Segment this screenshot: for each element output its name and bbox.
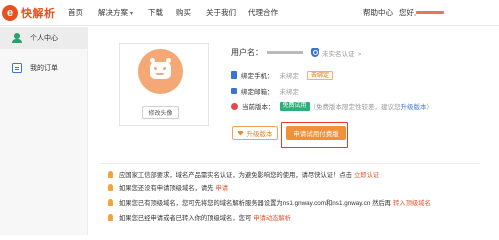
verify-status: 未实名认证	[322, 50, 355, 58]
version-note: （免费版本限定性较差，建议您	[309, 104, 401, 111]
shield-icon	[311, 48, 319, 57]
user-greeting[interactable]: 您好,	[399, 0, 416, 26]
email-value: 未绑定	[279, 89, 300, 96]
version-label: 当前版本：	[242, 104, 275, 111]
nav-help[interactable]: 帮助中心	[363, 0, 393, 26]
note-item: 应国家工信部要求，域名产品需实名认证，为避免影响您的使用，请尽快认证！点击 立即…	[108, 170, 379, 179]
nav-agent[interactable]: 代理合作	[248, 0, 278, 26]
version-icon	[231, 102, 238, 110]
bulb-icon	[108, 199, 113, 206]
divider	[100, 163, 480, 164]
note-link[interactable]: 转入顶级域名	[393, 198, 431, 207]
note-link[interactable]: 申请	[215, 183, 228, 192]
nav-home[interactable]: 首页	[68, 0, 83, 26]
nav-about[interactable]: 关于我们	[206, 0, 236, 26]
phone-icon	[231, 71, 237, 79]
bind-phone-button[interactable]: 去绑定	[307, 70, 334, 80]
logo-mark-icon: e	[2, 5, 18, 21]
note-link[interactable]: 立即认证	[354, 170, 379, 179]
top-navbar: e 快解析 首页 解决方案 ▾ 下载 购买 关于我们 代理合作 帮助中心 您好,	[0, 0, 499, 26]
version-upgrade-link[interactable]: 升级版本	[401, 101, 427, 111]
order-icon	[12, 63, 22, 73]
note-text: 如果您还没有申请顶级域名，请先	[119, 185, 214, 192]
version-note-end: ）	[426, 104, 434, 111]
note-text: 如果您已有顶级域名，您可先将您的域名解析服务器设置为ns1.gnway.com和…	[119, 200, 391, 207]
phone-label: 绑定手机：	[241, 73, 274, 80]
upgrade-button[interactable]: 升级版本	[232, 126, 278, 140]
avatar	[138, 49, 183, 94]
verify-status-link[interactable]: 未实名认证 >	[322, 48, 361, 58]
upgrade-button-label: 升级版本	[246, 131, 273, 138]
person-icon	[12, 33, 22, 43]
sidebar-item-label: 我的订单	[30, 65, 58, 72]
note-link[interactable]: 申请动态解析	[253, 213, 291, 222]
note-item: 如果您还没有申请顶级域名，请先 申请	[108, 183, 228, 192]
nav-solutions[interactable]: 解决方案 ▾	[98, 0, 133, 26]
nav-solutions-label: 解决方案	[98, 8, 128, 17]
change-avatar-button[interactable]: 修改头像	[142, 106, 179, 119]
sidebar-item-label: 个人中心	[30, 35, 58, 42]
phone-value: 未绑定	[279, 73, 300, 80]
brand-name: 快解析	[21, 8, 56, 20]
bulb-icon	[108, 214, 113, 221]
redacted-username	[416, 11, 444, 14]
version-tag: 免费试用	[279, 101, 310, 111]
email-label: 绑定邮箱：	[241, 89, 274, 96]
username-row: 用户名： 未实名认证 >	[231, 47, 361, 58]
sidebar: 个人中心 我的订单	[0, 27, 88, 235]
note-item: 如果您已经申请或者已转入你的顶级域名，您可 申请动态解析	[108, 213, 291, 222]
brand-logo[interactable]: e 快解析	[2, 4, 56, 22]
diamond-icon	[237, 130, 244, 136]
chevron-right-icon: >	[357, 50, 362, 58]
note-text: 应国家工信部要求，域名产品需实名认证，为避免影响您的使用，请尽快认证！点击	[119, 172, 352, 179]
mail-icon	[231, 88, 237, 94]
note-item: 如果您已有顶级域名，您可先将您的域名解析服务器设置为ns1.gnway.com和…	[108, 198, 431, 207]
nav-buy[interactable]: 购买	[176, 0, 191, 26]
email-row: 绑定邮箱： 未绑定	[231, 86, 299, 96]
redacted-username-value	[267, 51, 303, 54]
bulb-icon	[108, 171, 113, 178]
version-row: 当前版本： 免费试用 （免费版本限定性较差，建议您 升级版本 ）	[231, 101, 433, 111]
username-label: 用户名：	[231, 48, 263, 57]
nav-download[interactable]: 下载	[148, 0, 163, 26]
phone-row: 绑定手机： 未绑定 去绑定	[231, 70, 334, 80]
sidebar-item-my-orders[interactable]: 我的订单	[0, 57, 88, 79]
sidebar-item-personal-center[interactable]: 个人中心	[0, 27, 88, 49]
chevron-down-icon: ▾	[130, 11, 134, 17]
annotation-highlight	[281, 122, 348, 148]
robot-face-icon	[150, 62, 171, 79]
avatar-card: 修改头像	[119, 43, 209, 126]
bulb-icon	[108, 184, 113, 191]
note-text: 如果您已经申请或者已转入你的顶级域名，您可	[119, 215, 252, 222]
